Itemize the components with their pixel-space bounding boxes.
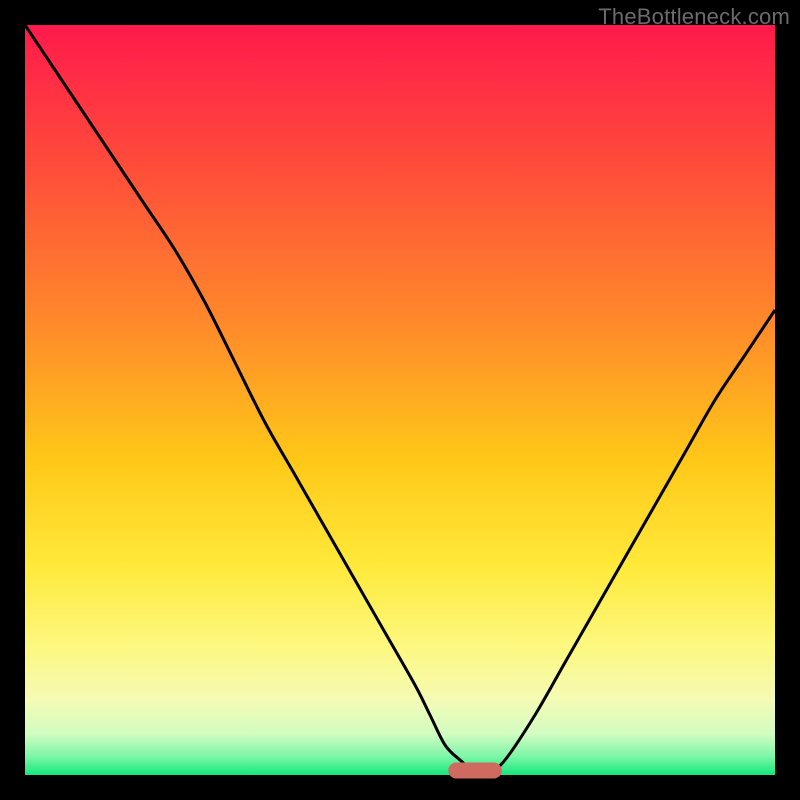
minimum-marker bbox=[449, 763, 502, 778]
bottleneck-chart bbox=[0, 0, 800, 800]
gradient-background bbox=[25, 25, 775, 775]
chart-frame: { "watermark": "TheBottleneck.com", "lay… bbox=[0, 0, 800, 800]
watermark-text: TheBottleneck.com bbox=[598, 4, 790, 30]
